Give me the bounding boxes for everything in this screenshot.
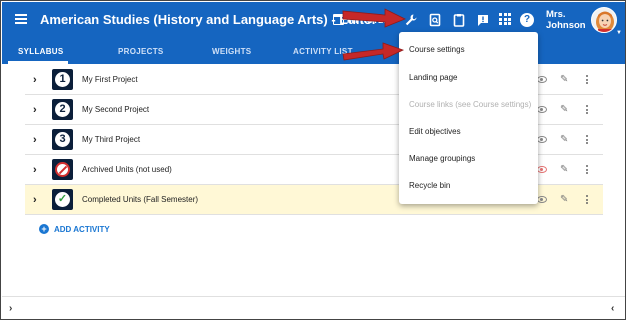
menu-item-edit-objectives[interactable]: Edit objectives	[409, 127, 461, 136]
unit-title[interactable]: Archived Units (not used)	[82, 165, 172, 174]
unit-title[interactable]: My Third Project	[82, 135, 140, 144]
no-entry-icon	[55, 162, 70, 177]
add-activity-label: ADD ACTIVITY	[54, 224, 110, 234]
visibility-eye-icon[interactable]	[537, 136, 547, 143]
expand-chevron-icon[interactable]: ›	[33, 194, 37, 206]
edit-pencil-icon[interactable]: ✎	[560, 194, 568, 205]
unit-title[interactable]: My First Project	[82, 75, 138, 84]
expand-chevron-icon[interactable]: ›	[33, 134, 37, 146]
avatar[interactable]	[591, 7, 617, 33]
add-circle-icon: +	[39, 224, 49, 234]
app-window: American Studies (History and Language A…	[0, 0, 626, 320]
visibility-eye-icon[interactable]	[537, 196, 547, 203]
tab-projects[interactable]: PROJECTS	[118, 47, 164, 56]
edit-pencil-icon[interactable]: ✎	[560, 134, 568, 145]
apps-grid-icon[interactable]	[499, 13, 513, 27]
tab-weights[interactable]: WEIGHTS	[212, 47, 251, 56]
avatar-portrait-icon	[592, 8, 616, 32]
user-name[interactable]: Mrs. Johnson	[546, 9, 586, 31]
more-options-icon[interactable]	[586, 75, 589, 86]
badge-number: 2	[55, 102, 70, 117]
active-tab-indicator	[8, 61, 68, 64]
help-icon[interactable]: ?	[520, 13, 534, 27]
visibility-eye-icon[interactable]	[537, 76, 547, 83]
menu-item-recycle-bin[interactable]: Recycle bin	[409, 181, 450, 190]
badge-number: 3	[55, 132, 70, 147]
menu-item-manage-groupings[interactable]: Manage groupings	[409, 154, 475, 163]
avatar-caret-icon[interactable]: ▼	[616, 30, 622, 36]
badge-number: 1	[55, 72, 70, 87]
completed-badge-icon: ✓	[52, 189, 73, 210]
expand-chevron-icon[interactable]: ›	[33, 164, 37, 176]
unit-title[interactable]: Completed Units (Fall Semester)	[82, 195, 198, 204]
archived-badge-icon	[52, 159, 73, 180]
unit-badge-icon: 2	[52, 99, 73, 120]
edit-pencil-icon[interactable]: ✎	[560, 104, 568, 115]
expand-left-panel-icon[interactable]: ›	[9, 303, 12, 314]
page-title: American Studies (History and Language A…	[40, 12, 377, 27]
expand-chevron-icon[interactable]: ›	[33, 104, 37, 116]
user-title: Mrs.	[546, 9, 566, 20]
tab-syllabus[interactable]: SYLLABUS	[18, 47, 64, 56]
unit-badge-icon: 3	[52, 129, 73, 150]
visibility-eye-icon[interactable]	[537, 106, 547, 113]
user-surname: Johnson	[546, 20, 586, 31]
checkmark-icon: ✓	[55, 192, 70, 207]
menu-item-landing-page[interactable]: Landing page	[409, 73, 458, 82]
edit-pencil-icon[interactable]: ✎	[560, 74, 568, 85]
clipboard-icon[interactable]	[452, 13, 466, 27]
unit-title[interactable]: My Second Project	[82, 105, 149, 114]
more-options-icon[interactable]	[586, 105, 589, 116]
more-options-icon[interactable]	[586, 195, 589, 206]
preview-icon[interactable]	[428, 13, 442, 27]
settings-dropdown-menu: Course settings Landing page Course link…	[399, 32, 538, 204]
collapse-right-panel-icon[interactable]: ‹	[611, 303, 614, 314]
hidden-eye-icon[interactable]	[537, 166, 547, 173]
menu-hamburger-icon[interactable]	[15, 14, 27, 24]
more-options-icon[interactable]	[586, 165, 589, 176]
edit-pencil-icon[interactable]: ✎	[560, 164, 568, 175]
bottom-bar: › ‹	[2, 296, 625, 319]
menu-item-course-links: Course links (see Course settings)	[409, 100, 532, 109]
unit-badge-icon: 1	[52, 69, 73, 90]
add-activity-button[interactable]: + ADD ACTIVITY	[39, 224, 110, 234]
feedback-icon[interactable]	[476, 13, 490, 27]
notes-label[interactable]: MY NOTES	[347, 16, 389, 25]
wrench-icon[interactable]	[404, 13, 418, 27]
menu-item-course-settings[interactable]: Course settings	[409, 45, 465, 54]
more-options-icon[interactable]	[586, 135, 589, 146]
expand-chevron-icon[interactable]: ›	[33, 74, 37, 86]
calendar-icon[interactable]	[333, 14, 344, 25]
tab-activity-list[interactable]: ACTIVITY LIST	[293, 47, 353, 56]
